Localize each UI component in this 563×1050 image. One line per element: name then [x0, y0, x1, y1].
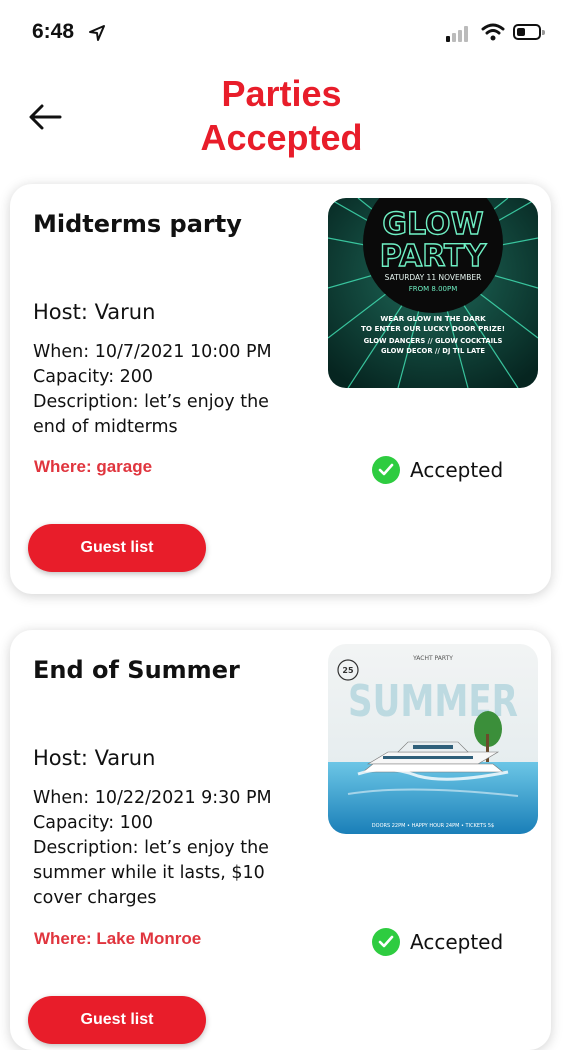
party-description: Description: let’s enjoy the summer whil… [33, 838, 269, 908]
party-host: Host: Varun [33, 746, 156, 770]
party-flyer-image: YACHT PARTY 25 SUMMER DOORS 22PM • HAPPY… [328, 644, 538, 834]
party-details: When: 10/22/2021 9:30 PM Capacity: 100 D… [33, 786, 283, 911]
party-location: Where: Lake Monroe [34, 929, 202, 948]
flyer-footer: DOORS 22PM • HAPPY HOUR 24PM • TICKETS 5… [372, 823, 494, 829]
flyer-line-4: GLOW DECOR // DJ TIL LATE [381, 347, 485, 355]
accepted-status: Accepted [372, 928, 503, 956]
flyer-time: FROM 8.00PM [409, 285, 458, 293]
accepted-label: Accepted [410, 458, 504, 482]
guest-list-button[interactable]: Guest list [28, 996, 206, 1044]
status-time: 6:48 [32, 20, 75, 43]
party-capacity: Capacity: 100 [33, 813, 154, 833]
party-flyer-image: GLOW PARTY SATURDAY 11 NOVEMBER FROM 8.0… [328, 198, 538, 388]
location-arrow-icon [89, 25, 105, 41]
flyer-line-3: GLOW DANCERS // GLOW COCKTAILS [364, 337, 503, 345]
check-circle-icon [372, 456, 400, 484]
party-description: Description: let’s enjoy the end of midt… [33, 392, 269, 437]
flyer-date: SATURDAY 11 NOVEMBER [385, 273, 482, 282]
cellular-signal-icon [446, 26, 470, 42]
party-host: Host: Varun [33, 300, 156, 324]
glow-party-flyer: GLOW PARTY SATURDAY 11 NOVEMBER FROM 8.0… [328, 198, 538, 388]
party-name: Midterms party [33, 210, 242, 238]
accepted-status: Accepted [372, 456, 503, 484]
flyer-top-label: YACHT PARTY [412, 655, 453, 662]
flyer-headline-1: GLOW [382, 207, 483, 242]
flyer-badge: 25 [342, 666, 354, 675]
page-title: Parties Accepted [0, 72, 563, 160]
guest-list-button[interactable]: Guest list [28, 524, 206, 572]
flyer-headline-2: PARTY [380, 239, 488, 274]
status-bar: 6:48 [0, 0, 563, 64]
party-name: End of Summer [33, 656, 240, 684]
wifi-icon [481, 23, 505, 41]
flyer-line-2: TO ENTER OUR LUCKY DOOR PRIZE! [361, 324, 505, 333]
accepted-label: Accepted [410, 930, 504, 954]
party-when: When: 10/7/2021 10:00 PM [33, 342, 272, 362]
check-circle-icon [372, 928, 400, 956]
party-location: Where: garage [34, 457, 153, 476]
party-when: When: 10/22/2021 9:30 PM [33, 788, 272, 808]
party-capacity: Capacity: 200 [33, 367, 154, 387]
party-details: When: 10/7/2021 10:00 PM Capacity: 200 D… [33, 340, 283, 440]
page-title-line1: Parties [221, 73, 342, 114]
battery-icon [513, 24, 545, 40]
page-title-line2: Accepted [200, 117, 363, 158]
flyer-line-1: WEAR GLOW IN THE DARK [380, 314, 486, 323]
party-card: End of Summer Host: Varun When: 10/22/20… [10, 630, 551, 1050]
party-card: Midterms party Host: Varun When: 10/7/20… [10, 184, 551, 594]
summer-party-flyer: YACHT PARTY 25 SUMMER DOORS 22PM • HAPPY… [328, 644, 538, 834]
